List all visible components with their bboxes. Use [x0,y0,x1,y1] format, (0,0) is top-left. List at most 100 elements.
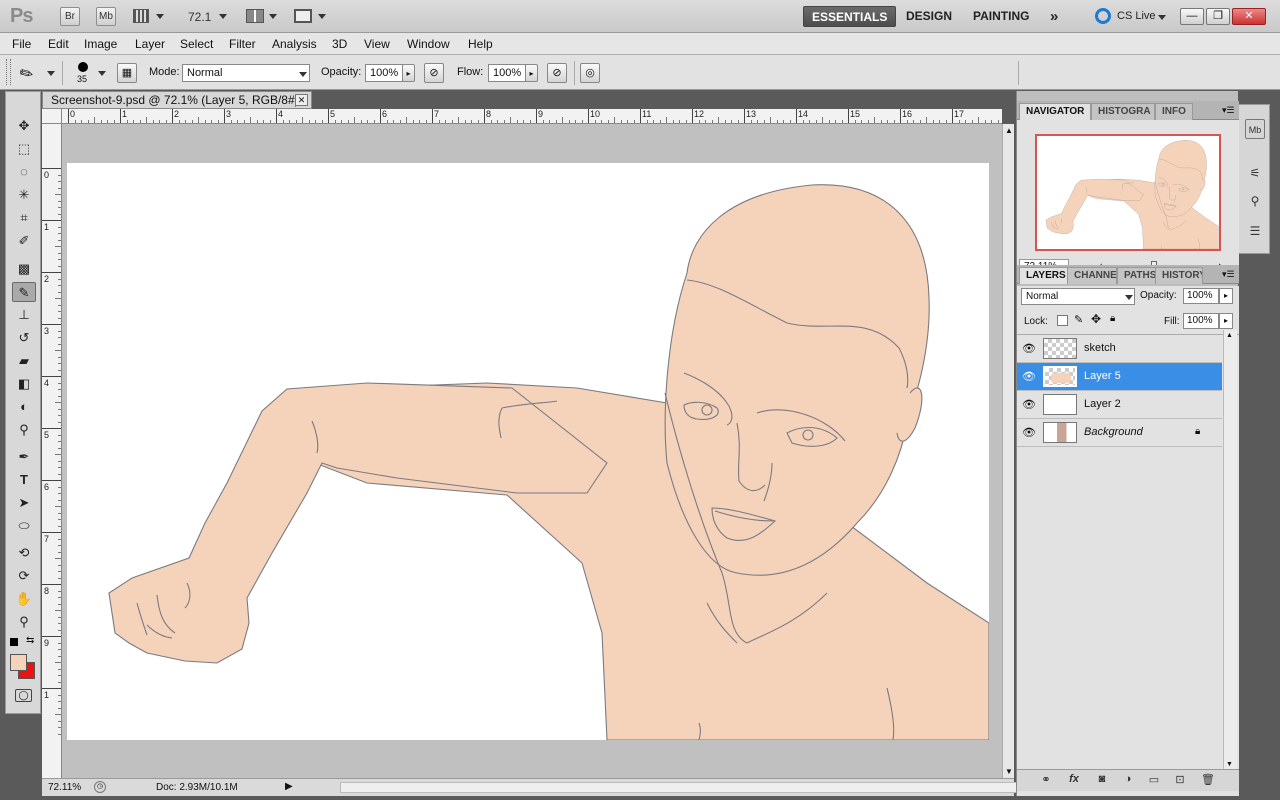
eraser-tool-icon[interactable]: ▰ [12,351,36,371]
3d-rotate-tool-icon[interactable]: ⟲ [12,543,36,563]
lock-all-icon[interactable]: 🔒︎ [1110,313,1115,324]
delete-layer-icon[interactable]: 🗑︎ [1199,773,1217,789]
quick-mask-icon[interactable]: ◯ [15,689,32,702]
default-colors-icon[interactable] [10,638,18,646]
menu-edit[interactable]: Edit [48,37,69,51]
canvas[interactable] [67,163,989,740]
tab-history[interactable]: HISTORY [1155,267,1203,284]
swap-colors-icon[interactable]: ⇆ [26,635,34,646]
view-extras-icon[interactable] [133,9,149,23]
brush-picker-dropdown-icon[interactable] [98,71,106,76]
brush-tool-preset-icon[interactable]: ✎ [16,62,38,86]
type-tool-icon[interactable]: T [12,470,36,490]
status-menu-icon[interactable]: ▶ [285,781,293,792]
menu-view[interactable]: View [364,37,390,51]
layer-row-background[interactable]: 👁︎ Background 🔒︎ [1017,419,1222,447]
add-mask-icon[interactable]: ◙ [1093,773,1111,789]
close-document-icon[interactable]: ✕ [295,94,308,106]
tool-presets-icon[interactable]: ☰ [1245,221,1265,241]
scroll-up-icon[interactable]: ▲ [1005,126,1013,135]
menu-image[interactable]: Image [84,37,117,51]
layers-scroll-up-icon[interactable]: ▲ [1226,332,1233,339]
gradient-tool-icon[interactable]: ◧ [12,374,36,394]
navigator-preview[interactable] [1035,134,1221,251]
visibility-eye-icon[interactable]: 👁︎ [1021,369,1037,385]
history-brush-tool-icon[interactable]: ↺ [12,328,36,348]
document-tab[interactable]: Screenshot-9.psd @ 72.1% (Layer 5, RGB/8… [42,91,312,109]
visibility-eye-icon[interactable]: 👁︎ [1021,397,1037,413]
menu-select[interactable]: Select [180,37,213,51]
visibility-eye-icon[interactable]: 👁︎ [1021,341,1037,357]
adjustment-layer-icon[interactable]: ◑ [1119,773,1137,789]
tool-preset-dropdown-icon[interactable] [47,71,55,76]
workspace-design[interactable]: DESIGN [898,6,960,27]
launch-bridge-button[interactable]: Br [60,7,80,26]
lasso-tool-icon[interactable]: ◌ [12,162,36,182]
dodge-tool-icon[interactable]: ⚲ [12,420,36,440]
opacity-field[interactable]: 100% [365,64,403,82]
blend-mode-dropdown-icon[interactable] [1125,295,1133,300]
options-grip[interactable] [6,59,11,85]
crop-tool-icon[interactable]: ⌗ [12,208,36,228]
fill-field[interactable]: 100% [1183,313,1219,329]
zoom-tool-icon[interactable]: ⚲ [12,612,36,632]
cs-live-icon[interactable] [1095,8,1111,24]
clone-stamp-tool-icon[interactable]: ⊥ [12,305,36,325]
screen-mode-dropdown-icon[interactable] [318,14,326,19]
eyedropper-tool-icon[interactable]: ✐ [12,231,36,251]
lock-transparent-icon[interactable] [1057,315,1068,326]
lock-position-icon[interactable]: ✥ [1091,312,1101,326]
menu-filter[interactable]: Filter [229,37,256,51]
tab-info[interactable]: INFO [1155,103,1193,120]
quick-selection-tool-icon[interactable]: ✳ [12,185,36,205]
menu-analysis[interactable]: Analysis [272,37,317,51]
status-info-icon[interactable]: ◷ [94,781,106,793]
navigator-panel-menu-icon[interactable]: ▾☰ [1222,105,1235,116]
pen-tool-icon[interactable]: ✒ [12,447,36,467]
foreground-color-swatch[interactable] [10,654,27,671]
opacity-slider-button[interactable]: ▸ [402,64,415,82]
clone-source-icon[interactable]: ⚲ [1245,191,1265,211]
restore-button[interactable]: ❐ [1206,8,1230,25]
visibility-eye-icon[interactable]: 👁︎ [1021,425,1037,441]
lock-pixels-icon[interactable]: ✎ [1074,313,1083,326]
menu-layer[interactable]: Layer [135,37,165,51]
blur-tool-icon[interactable]: ◐ [12,397,36,417]
horizontal-scrollbar[interactable] [340,782,1040,793]
layers-scroll-down-icon[interactable]: ▼ [1226,761,1233,768]
ruler-origin[interactable] [42,109,62,124]
flow-field[interactable]: 100% [488,64,526,82]
layers-panel-menu-icon[interactable]: ▾☰ [1222,269,1235,280]
tablet-pressure-size-icon[interactable]: ◎ [580,63,600,83]
tab-layers[interactable]: LAYERS [1019,267,1073,284]
spot-healing-tool-icon[interactable]: ▩ [12,259,36,279]
mode-select[interactable]: Normal [182,64,310,82]
tab-histogram[interactable]: HISTOGRA [1091,103,1155,120]
new-group-icon[interactable]: ▭ [1145,773,1163,789]
menu-file[interactable]: File [12,37,31,51]
airbrush-icon[interactable]: ⊘ [547,63,567,83]
arrange-documents-icon[interactable] [246,9,264,23]
layer-opacity-slider-button[interactable]: ▸ [1219,288,1233,304]
scroll-down-icon[interactable]: ▼ [1005,767,1013,776]
3d-orbit-tool-icon[interactable]: ⟳ [12,566,36,586]
view-extras-dropdown-icon[interactable] [156,14,164,19]
minimize-button[interactable]: — [1180,8,1204,25]
layer-opacity-field[interactable]: 100% [1183,288,1219,304]
move-tool-icon[interactable]: ✥ [12,116,36,136]
marquee-tool-icon[interactable]: ⬚ [12,139,36,159]
menu-window[interactable]: Window [407,37,450,51]
fill-slider-button[interactable]: ▸ [1219,313,1233,329]
brush-tip-icon[interactable] [78,62,88,72]
vertical-scrollbar[interactable]: ▲ ▼ [1002,124,1014,778]
arrange-dropdown-icon[interactable] [269,14,277,19]
layer-row-layer-2[interactable]: 👁︎ Layer 2 [1017,391,1222,419]
flow-slider-button[interactable]: ▸ [525,64,538,82]
cs-live-dropdown-icon[interactable] [1158,15,1166,20]
menu-3d[interactable]: 3D [332,37,347,51]
launch-mini-bridge-button[interactable]: Mb [96,7,116,26]
menu-help[interactable]: Help [468,37,493,51]
path-selection-tool-icon[interactable]: ➤ [12,493,36,513]
layer-row-layer-5[interactable]: 👁︎ Layer 5 [1017,363,1222,391]
workspace-painting[interactable]: PAINTING [965,6,1037,27]
